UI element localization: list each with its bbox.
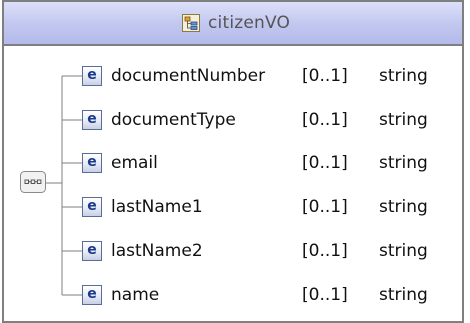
type-header-content: citizenVO bbox=[182, 13, 290, 33]
list-item[interactable]: e documentType [0..1] string bbox=[82, 108, 428, 132]
element-name: documentType bbox=[111, 110, 236, 130]
element-icon: e bbox=[82, 197, 102, 217]
element-cardinality: [0..1] bbox=[302, 66, 348, 86]
list-item[interactable]: e lastName2 [0..1] string bbox=[82, 239, 428, 263]
list-item[interactable]: e name [0..1] string bbox=[82, 283, 428, 307]
element-name: lastName2 bbox=[111, 241, 203, 261]
element-cardinality: [0..1] bbox=[302, 197, 348, 217]
element-cardinality: [0..1] bbox=[302, 241, 348, 261]
element-type: string bbox=[379, 110, 428, 130]
tree-connector-lines bbox=[46, 75, 82, 296]
complex-type-box[interactable]: citizenVO e documentNumber [0..1] string… bbox=[2, 0, 464, 323]
list-item[interactable]: e documentNumber [0..1] string bbox=[82, 64, 428, 88]
element-name: email bbox=[111, 153, 158, 173]
element-type: string bbox=[379, 153, 428, 173]
element-cardinality: [0..1] bbox=[302, 285, 348, 305]
element-icon: e bbox=[82, 241, 102, 261]
element-icon: e bbox=[82, 110, 102, 130]
type-name: citizenVO bbox=[208, 13, 291, 33]
element-name: name bbox=[111, 285, 160, 305]
element-name: documentNumber bbox=[111, 66, 266, 86]
complex-type-icon bbox=[182, 14, 200, 32]
list-item[interactable]: e lastName1 [0..1] string bbox=[82, 195, 428, 219]
element-type: string bbox=[379, 285, 428, 305]
element-type: string bbox=[379, 66, 428, 86]
element-name: lastName1 bbox=[111, 197, 203, 217]
element-icon: e bbox=[82, 285, 102, 305]
element-cardinality: [0..1] bbox=[302, 153, 348, 173]
type-header[interactable]: citizenVO bbox=[4, 2, 462, 46]
element-list: e documentNumber [0..1] string e documen… bbox=[4, 46, 462, 321]
element-type: string bbox=[379, 241, 428, 261]
element-type: string bbox=[379, 197, 428, 217]
element-cardinality: [0..1] bbox=[302, 110, 348, 130]
sequence-compositor-icon[interactable] bbox=[20, 171, 46, 193]
element-icon: e bbox=[82, 153, 102, 173]
element-icon: e bbox=[82, 66, 102, 86]
list-item[interactable]: e email [0..1] string bbox=[82, 151, 428, 175]
